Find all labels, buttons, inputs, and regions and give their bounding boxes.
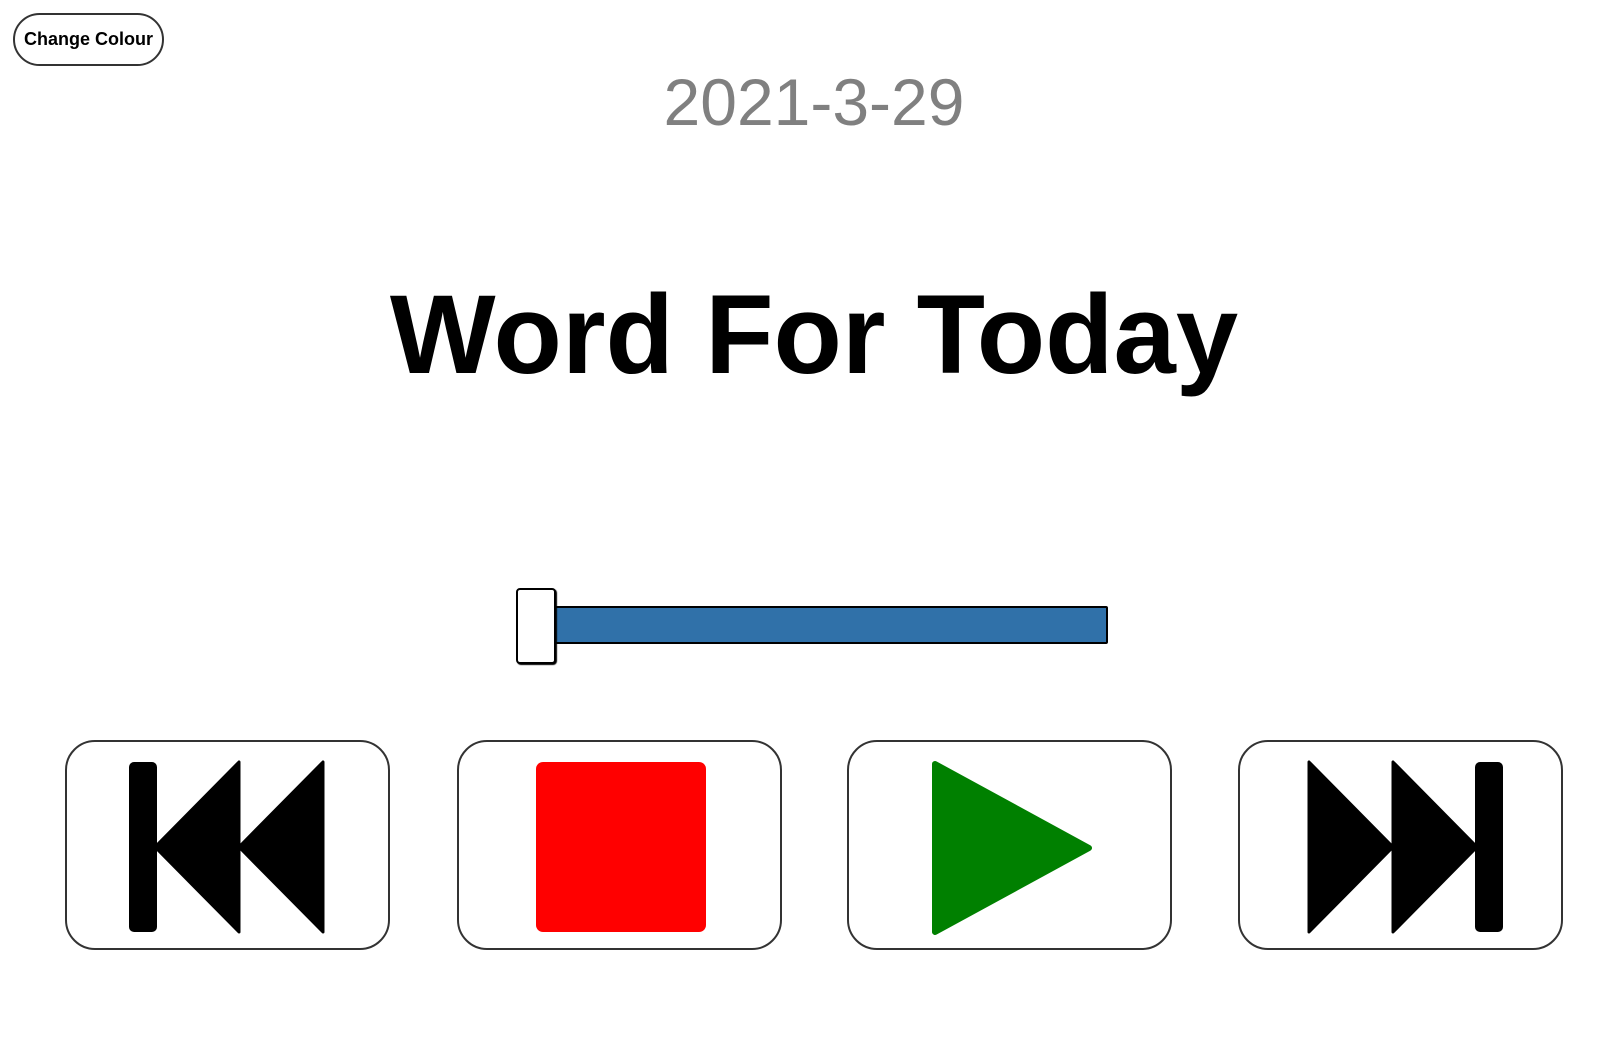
stop-button[interactable] [457, 740, 782, 950]
play-icon [932, 761, 1092, 935]
skip-forward-button[interactable] [1238, 740, 1563, 950]
skip-back-icon [129, 760, 325, 934]
skip-forward-icon [1307, 760, 1503, 934]
date-label: 2021-3-29 [663, 65, 965, 139]
skip-back-button[interactable] [65, 740, 390, 950]
slider-thumb[interactable] [516, 588, 556, 664]
change-colour-button[interactable]: Change Colour [13, 13, 164, 66]
page-title: Word For Today [389, 272, 1239, 397]
stop-icon [536, 762, 706, 932]
slider-track[interactable] [518, 606, 1108, 644]
progress-slider[interactable] [514, 588, 1114, 666]
play-button[interactable] [847, 740, 1172, 950]
